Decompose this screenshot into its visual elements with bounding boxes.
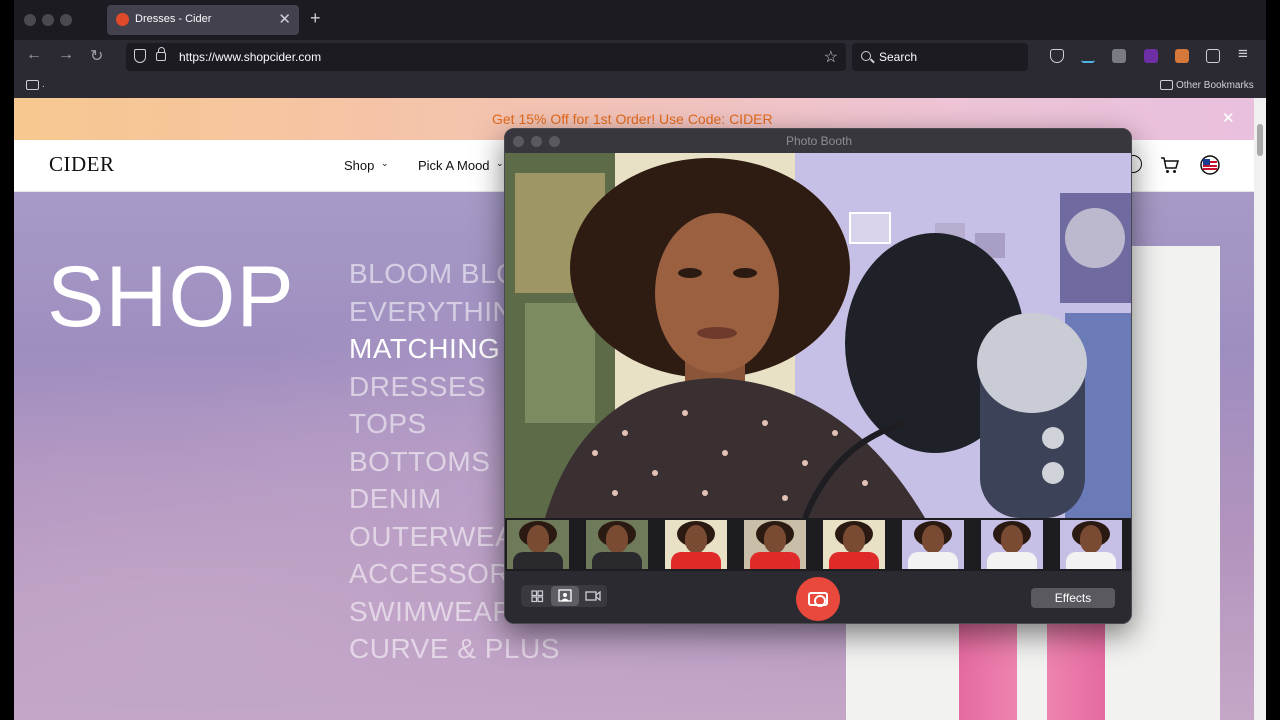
category-item[interactable]: BOTTOMS <box>349 446 490 478</box>
scrollbar[interactable] <box>1254 98 1266 720</box>
url-text[interactable]: https://www.shopcider.com <box>179 50 321 64</box>
photo-thumbnail[interactable] <box>665 520 727 569</box>
category-item[interactable]: SWIMWEAR <box>349 596 513 628</box>
nav-shop[interactable]: Shop <box>344 158 374 173</box>
other-bookmarks-folder-icon[interactable] <box>1160 80 1173 90</box>
extension-icon[interactable] <box>1112 49 1126 63</box>
site-logo[interactable]: CIDER <box>49 152 115 177</box>
tab-title: Dresses - Cider <box>135 13 212 25</box>
lock-icon[interactable] <box>156 47 166 61</box>
close-window-button[interactable] <box>24 14 36 26</box>
pocket-icon[interactable] <box>1050 49 1064 63</box>
thumbnail-face <box>764 525 786 553</box>
folder-icon[interactable] <box>26 80 39 90</box>
extension-r-icon[interactable] <box>1144 49 1158 63</box>
photo-booth-title: Photo Booth <box>785 134 853 148</box>
thumbnail-body <box>908 552 958 569</box>
category-item[interactable]: DENIM <box>349 483 442 515</box>
thumbnail-body <box>1066 552 1116 569</box>
camera-scene <box>505 153 1131 518</box>
shield-icon[interactable] <box>134 49 146 63</box>
navigation-toolbar: ← → ↻ https://www.shopcider.com ☆ Search… <box>14 40 1266 74</box>
take-photo-button[interactable] <box>796 577 840 621</box>
thumbnail-body <box>671 552 721 569</box>
category-item[interactable]: DRESSES <box>349 371 486 403</box>
new-tab-button[interactable]: + <box>310 8 321 29</box>
photo-thumbnail[interactable] <box>823 520 885 569</box>
forward-button[interactable]: → <box>58 46 74 64</box>
photo-thumbnail[interactable] <box>586 520 648 569</box>
promo-close-icon[interactable]: ✕ <box>1222 109 1235 127</box>
thumbnail-strip <box>505 518 1131 571</box>
bookmark-folder-label[interactable]: . <box>42 79 45 90</box>
minimize-window-button[interactable] <box>42 14 54 26</box>
camera-icon <box>808 592 828 607</box>
photo-thumbnail[interactable] <box>902 520 964 569</box>
photo-thumbnail[interactable] <box>744 520 806 569</box>
photo-thumbnail[interactable] <box>507 520 569 569</box>
photo-booth-titlebar[interactable]: Photo Booth <box>505 129 1131 153</box>
us-flag-icon[interactable] <box>1200 155 1220 175</box>
thumbnail-face <box>1080 525 1102 553</box>
thumbnail-face <box>527 525 549 553</box>
thumbnail-body <box>513 552 563 569</box>
tab-bar: Dresses - Cider ✕ + <box>14 0 1266 40</box>
chevron-down-icon: ⌄ <box>496 158 504 168</box>
category-item[interactable]: TOPS <box>349 408 427 440</box>
url-bar[interactable]: https://www.shopcider.com ☆ <box>126 43 846 71</box>
tab-close-icon[interactable]: ✕ <box>278 10 291 28</box>
thumbnail-body <box>750 552 800 569</box>
thumbnail-face <box>922 525 944 553</box>
photo-booth-window: Photo Booth Effects <box>504 128 1132 624</box>
chevron-down-icon: ⌄ <box>381 158 389 168</box>
thumbnail-face <box>685 525 707 553</box>
thumbnail-face <box>843 525 865 553</box>
effects-button[interactable]: Effects <box>1031 588 1115 608</box>
bookmarks-bar: . Other Bookmarks <box>14 74 1266 98</box>
category-item[interactable]: ACCESSORI <box>349 558 518 590</box>
menu-icon[interactable]: ≡ <box>1238 44 1248 64</box>
hero-title: SHOP <box>47 249 295 345</box>
image-icon[interactable] <box>1206 49 1220 63</box>
extension-k-icon[interactable] <box>1175 49 1189 63</box>
category-item[interactable]: MATCHING <box>349 333 500 365</box>
photo-thumbnail[interactable] <box>981 520 1043 569</box>
single-photo-mode-icon[interactable] <box>551 586 579 606</box>
search-input[interactable]: Search <box>852 43 1028 71</box>
other-bookmarks-link[interactable]: Other Bookmarks <box>1176 80 1254 91</box>
downloads-icon[interactable] <box>1081 49 1095 63</box>
bookmark-star-icon[interactable]: ☆ <box>824 47 838 67</box>
thumbnail-face <box>1001 525 1023 553</box>
scroll-thumb[interactable] <box>1257 124 1263 156</box>
search-placeholder: Search <box>879 50 918 64</box>
nav-pick-a-mood[interactable]: Pick A Mood <box>418 158 490 173</box>
photo-booth-controls: Effects <box>505 571 1131 623</box>
cart-icon[interactable] <box>1160 155 1180 175</box>
thumbnail-face <box>606 525 628 553</box>
promo-text[interactable]: Get 15% Off for 1st Order! Use Code: CID… <box>492 111 773 127</box>
reload-button[interactable]: ↻ <box>90 46 103 66</box>
back-button[interactable]: ← <box>26 46 42 64</box>
thumbnail-body <box>829 552 879 569</box>
video-mode-icon[interactable] <box>579 586 607 606</box>
capture-mode-group <box>521 585 607 607</box>
four-up-mode-icon[interactable] <box>523 586 551 606</box>
zoom-window-button[interactable] <box>60 14 72 26</box>
apple-favicon-icon <box>116 13 129 26</box>
thumbnail-body <box>987 552 1037 569</box>
category-item[interactable]: CURVE & PLUS <box>349 633 560 665</box>
thumbnail-body <box>592 552 642 569</box>
search-icon <box>861 51 871 61</box>
category-item[interactable]: BLOOM BLO <box>349 258 518 290</box>
browser-tab[interactable]: Dresses - Cider ✕ <box>107 5 299 35</box>
camera-preview <box>505 153 1131 518</box>
photo-thumbnail[interactable] <box>1060 520 1122 569</box>
